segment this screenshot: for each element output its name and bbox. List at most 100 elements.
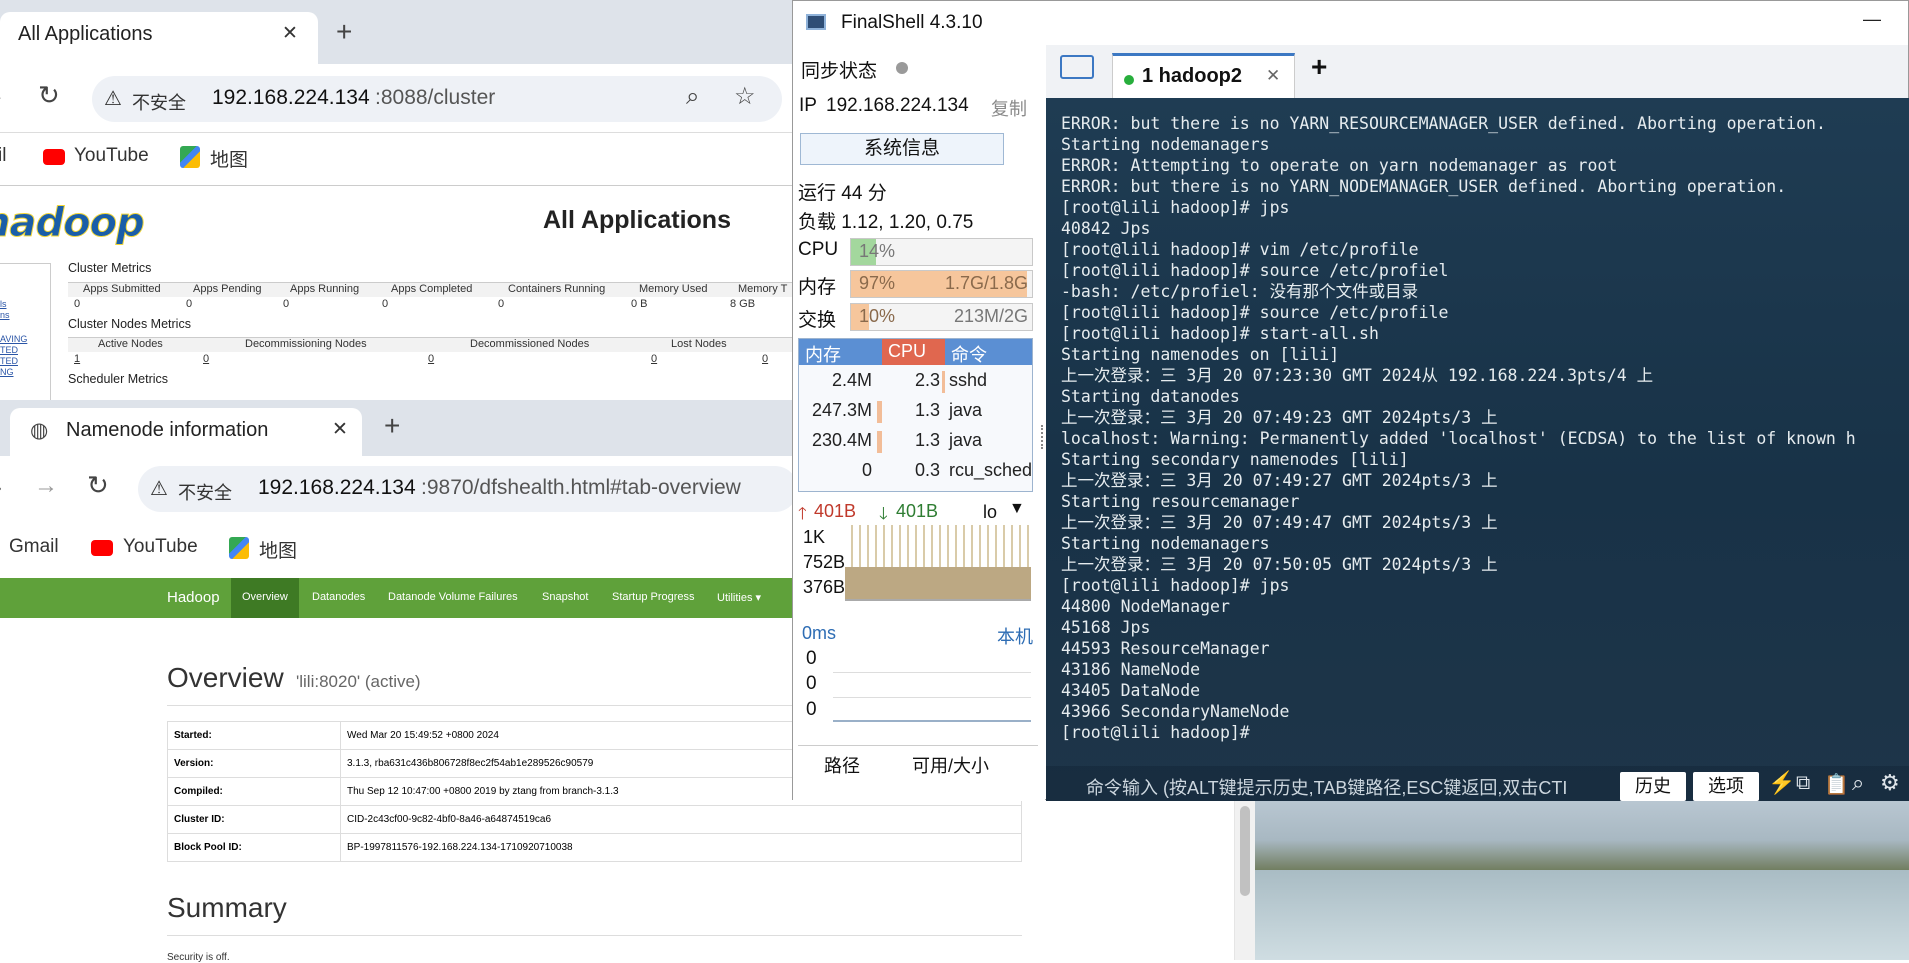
insecure-label[interactable]: 不安全: [178, 479, 232, 505]
metric-value: 0: [283, 298, 290, 310]
address-bar[interactable]: ⚠ 不安全 192.168.224.134 :9870/dfshealth.ht…: [138, 466, 798, 512]
terminal-output[interactable]: ERROR: but there is no YARN_RESOURCEMANA…: [1061, 113, 1906, 743]
minimize-button[interactable]: —: [1863, 9, 1881, 30]
url-path[interactable]: :9870/dfshealth.html#tab-overview: [421, 476, 741, 500]
metric-header: Lost Nodes: [671, 338, 727, 350]
new-tab-button[interactable]: +: [384, 410, 400, 442]
command-input[interactable]: 命令输入 (按ALT键提示历史,TAB键路径,ESC键返回,双击CTI: [1086, 774, 1626, 800]
proc-cpu: 1.3: [914, 430, 940, 450]
warning-icon[interactable]: ⚠: [150, 476, 168, 501]
swap-percent: 10%: [859, 306, 896, 326]
terminal-line: [root@lili hadoop]# start-all.sh: [1061, 324, 1379, 343]
proc-row[interactable]: 2.4M 2.3 sshd: [799, 367, 1032, 397]
folder-icon[interactable]: [1060, 55, 1094, 79]
table-row: Block Pool ID: BP-1997811576-192.168.224.…: [167, 833, 1022, 862]
net-interface-select[interactable]: lo: [983, 502, 997, 523]
session-tabbar: 1 hadoop2 ✕ +: [1046, 45, 1908, 99]
paste-icon[interactable]: 📋: [1824, 772, 1849, 797]
disk-path-header[interactable]: 路径: [824, 752, 860, 778]
bookmark-maps[interactable]: 地图: [259, 536, 297, 563]
bookmark-youtube[interactable]: YouTube: [74, 145, 149, 167]
nav-utilities[interactable]: Utilities ▾: [717, 591, 761, 604]
url-host[interactable]: 192.168.224.134: [212, 86, 370, 110]
bookmarks-bar: il YouTube 地图: [0, 133, 792, 186]
zoom-icon[interactable]: ⌕: [686, 83, 699, 111]
proc-cpu: 1.3: [914, 400, 940, 420]
insecure-label[interactable]: 不安全: [132, 89, 186, 115]
nav-link[interactable]: ns: [0, 310, 10, 320]
terminal[interactable]: ERROR: but there is no YARN_RESOURCEMANA…: [1046, 98, 1909, 801]
session-tab-hadoop2[interactable]: 1 hadoop2 ✕: [1112, 53, 1295, 98]
nav-volume-failures[interactable]: Datanode Volume Failures: [388, 591, 518, 603]
scrollbar[interactable]: [1234, 800, 1255, 960]
proc-mem-bar: [877, 401, 882, 423]
back-icon[interactable]: ›: [0, 474, 2, 502]
proc-row[interactable]: 0 0.3 rcu_sched: [799, 457, 1032, 487]
metric-value[interactable]: 0: [203, 353, 209, 365]
options-button[interactable]: 选项: [1693, 772, 1759, 801]
search-icon[interactable]: ⌕: [1852, 770, 1864, 796]
tab-all-applications[interactable]: All Applications ✕: [0, 12, 318, 64]
nav-link[interactable]: TED: [0, 345, 18, 355]
bookmark-youtube[interactable]: YouTube: [123, 536, 198, 558]
history-button[interactable]: 历史: [1620, 772, 1686, 801]
proc-header-cpu[interactable]: CPU: [882, 339, 945, 365]
reload-icon[interactable]: ↻: [38, 80, 60, 111]
proc-header-cmd[interactable]: 命令: [945, 339, 1032, 365]
terminal-line: 上一次登录：三 3月 20 07:49:27 GMT 2024pts/3 上: [1061, 471, 1498, 490]
nav-link[interactable]: TED: [0, 356, 18, 366]
session-close-icon[interactable]: ✕: [1266, 66, 1280, 86]
gear-icon[interactable]: ⚙: [1880, 770, 1900, 796]
terminal-line: Starting nodemanagers: [1061, 534, 1270, 553]
nav-snapshot[interactable]: Snapshot: [542, 591, 588, 603]
mem-usage: 1.7G/1.8G: [944, 273, 1028, 293]
warning-icon[interactable]: ⚠: [104, 86, 122, 111]
tab-close-icon[interactable]: ✕: [332, 418, 348, 441]
nav-link[interactable]: AVING: [0, 334, 27, 344]
sysinfo-button[interactable]: 系统信息: [800, 133, 1004, 165]
load-average: 负载 1.12, 1.20, 0.75: [798, 212, 974, 233]
tab-namenode-information[interactable]: ◍ Namenode information ✕: [10, 408, 362, 456]
sync-label: 同步状态: [801, 61, 878, 82]
nav-startup-progress[interactable]: Startup Progress: [612, 591, 695, 603]
latency-value: 0ms: [802, 623, 837, 643]
nav-link[interactable]: NG: [0, 367, 14, 377]
latency-host[interactable]: 本机: [997, 623, 1033, 649]
reload-icon[interactable]: ↻: [87, 470, 109, 501]
proc-row[interactable]: 230.4M 1.3 java: [799, 427, 1032, 457]
metric-value[interactable]: 1: [74, 353, 80, 365]
disk-size-header[interactable]: 可用/大小: [912, 752, 989, 778]
new-tab-button[interactable]: +: [336, 16, 352, 48]
nav-overview[interactable]: Overview: [242, 591, 288, 603]
url-host[interactable]: 192.168.224.134: [258, 476, 416, 500]
bookmark-star-icon[interactable]: ☆: [734, 82, 756, 111]
nav-brand[interactable]: Hadoop: [167, 589, 220, 606]
nav-link[interactable]: ls: [0, 299, 7, 309]
nav-datanodes[interactable]: Datanodes: [312, 591, 365, 603]
forward-icon[interactable]: ›: [0, 84, 1, 110]
bookmark-item[interactable]: il: [0, 145, 6, 167]
metric-value[interactable]: 0: [651, 353, 657, 365]
chevron-down-icon[interactable]: ▼: [1009, 500, 1025, 518]
mem-label: 内存: [798, 277, 837, 298]
finalshell-window: FinalShell 4.3.10 — 同步状态 IP 192.168.224.…: [792, 0, 1909, 801]
lightning-icon[interactable]: ⚡: [1768, 770, 1795, 796]
copy-ip-button[interactable]: 复制: [991, 95, 1027, 121]
bookmark-maps[interactable]: 地图: [210, 145, 248, 172]
row-key: Started:: [167, 721, 341, 750]
metric-value[interactable]: 0: [762, 353, 768, 365]
address-bar[interactable]: ⚠ 不安全 192.168.224.134 :8088/cluster ⌕ ☆: [92, 76, 782, 122]
tab-close-icon[interactable]: ✕: [282, 22, 298, 45]
metric-value[interactable]: 0: [428, 353, 434, 365]
add-session-button[interactable]: +: [1311, 51, 1327, 83]
proc-row[interactable]: 247.3M 1.3 java: [799, 397, 1032, 427]
url-path[interactable]: :8088/cluster: [375, 86, 495, 110]
proc-cmd: java: [949, 430, 983, 450]
net-scale-label: 376B: [803, 577, 846, 597]
bookmark-gmail[interactable]: Gmail: [9, 536, 59, 558]
terminal-line: ERROR: but there is no YARN_NODEMANAGER_…: [1061, 177, 1787, 196]
copy-icon[interactable]: ⧉: [1796, 772, 1810, 795]
proc-cpu-bar: [942, 371, 945, 393]
proc-header-mem[interactable]: 内存: [799, 339, 882, 365]
forward-icon[interactable]: →: [34, 472, 58, 500]
